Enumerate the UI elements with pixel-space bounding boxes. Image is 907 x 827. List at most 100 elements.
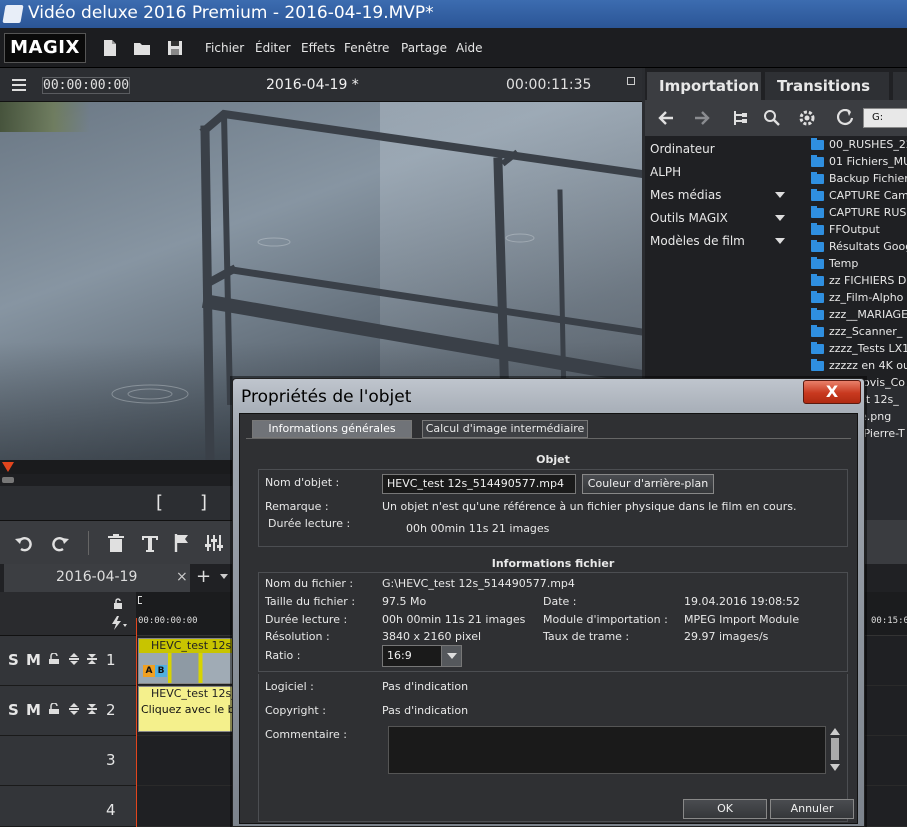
menu-hamburger-icon[interactable] bbox=[12, 79, 26, 91]
tab-2016-04-19[interactable]: 2016-04-19 × bbox=[4, 564, 190, 592]
track-header-3: 3 bbox=[0, 736, 136, 786]
copyright-value: Pas d'indication bbox=[382, 704, 469, 717]
save-icon[interactable] bbox=[167, 39, 183, 57]
folder-icon bbox=[811, 206, 824, 218]
mark-out-button[interactable]: ] bbox=[200, 492, 207, 513]
clip-name: HEVC_test 12s_ bbox=[151, 687, 234, 700]
track-number: 4 bbox=[106, 801, 116, 819]
ok-button[interactable]: OK bbox=[683, 799, 767, 819]
object-name-input[interactable]: HEVC_test 12s_514490577.mp4 bbox=[382, 474, 576, 494]
import-browser: Ordinateur ALPH Mes médias Outils MAGIX … bbox=[645, 136, 907, 386]
add-tab-button[interactable]: + bbox=[196, 566, 211, 587]
marker-flag-icon[interactable] bbox=[172, 533, 192, 553]
undo-icon[interactable] bbox=[14, 533, 34, 553]
background-color-button[interactable]: Couleur d'arrière-plan bbox=[582, 474, 714, 494]
transition-b-badge[interactable]: B bbox=[155, 665, 167, 677]
close-button[interactable]: X bbox=[803, 380, 861, 404]
nav-modeles-de-film[interactable]: Modèles de film bbox=[650, 234, 745, 248]
new-file-icon[interactable] bbox=[102, 39, 118, 57]
redo-icon[interactable] bbox=[50, 533, 70, 553]
nav-ordinateur[interactable]: Ordinateur bbox=[650, 142, 715, 156]
nav-outils-magix[interactable]: Outils MAGIX bbox=[650, 211, 728, 225]
chevron-down-icon[interactable] bbox=[441, 646, 461, 666]
ratio-select[interactable]: 16:9 bbox=[382, 645, 462, 667]
folder-name: Résultats Goog bbox=[829, 240, 907, 253]
expand-track-icon[interactable] bbox=[68, 653, 80, 665]
tab-menu-chevron-icon[interactable] bbox=[220, 574, 228, 579]
scrollbar-thumb[interactable] bbox=[2, 477, 14, 483]
menu-fenetre[interactable]: Fenêtre bbox=[344, 41, 389, 55]
menu-aide[interactable]: Aide bbox=[456, 41, 483, 55]
tab-more[interactable] bbox=[893, 72, 907, 100]
folder-tree-icon[interactable] bbox=[731, 109, 749, 127]
collapse-track-icon[interactable] bbox=[86, 703, 98, 715]
lock-icon[interactable] bbox=[112, 598, 124, 610]
audio-clip[interactable]: HEVC_test 12s_ Cliquez avec le bo bbox=[138, 686, 234, 732]
mute-button[interactable]: M bbox=[26, 701, 41, 719]
comment-textarea[interactable] bbox=[388, 726, 826, 774]
forward-arrow-icon[interactable] bbox=[693, 109, 711, 127]
transition-a-badge[interactable]: A bbox=[143, 665, 155, 677]
timecode-position[interactable]: 00:00:00:00 bbox=[42, 77, 130, 94]
solo-button[interactable]: S bbox=[8, 701, 19, 719]
mute-button[interactable]: M bbox=[26, 651, 41, 669]
chevron-down-icon[interactable] bbox=[775, 215, 785, 221]
filename-label: Nom du fichier : bbox=[265, 577, 354, 590]
maximize-preview-icon[interactable] bbox=[627, 77, 635, 85]
solo-button[interactable]: S bbox=[8, 651, 19, 669]
timeline-playhead[interactable] bbox=[136, 618, 137, 827]
dialog-content: Informations générales Calcul d'image in… bbox=[239, 413, 858, 824]
menu-editer[interactable]: Éditer bbox=[255, 41, 291, 55]
refresh-icon[interactable] bbox=[837, 109, 855, 127]
magix-logo[interactable]: MAGIX bbox=[4, 33, 86, 63]
tab-importation[interactable]: Importation bbox=[647, 72, 761, 100]
folder-name: zzz_Scanner_ bbox=[829, 325, 903, 338]
file-duration-label: Durée lecture : bbox=[265, 613, 348, 626]
scroll-down-icon[interactable] bbox=[830, 764, 840, 771]
tab-transitions[interactable]: Transitions bbox=[765, 72, 889, 100]
close-tab-icon[interactable]: × bbox=[176, 569, 188, 585]
cancel-button[interactable]: Annuler bbox=[770, 799, 854, 819]
import-toolbar: G: bbox=[645, 100, 907, 136]
menu-partage[interactable]: Partage bbox=[401, 41, 447, 55]
chevron-down-icon[interactable] bbox=[775, 238, 785, 244]
ruler-time-end: 00:15:0 bbox=[871, 616, 907, 626]
timeline-tab-label: 2016-04-19 bbox=[56, 569, 138, 585]
nav-mes-medias[interactable]: Mes médias bbox=[650, 188, 721, 202]
drive-select[interactable]: G: bbox=[863, 108, 907, 128]
back-arrow-icon[interactable] bbox=[657, 109, 675, 127]
delete-icon[interactable] bbox=[106, 533, 126, 553]
expand-track-icon[interactable] bbox=[68, 703, 80, 715]
track-header-1: S M 1 bbox=[0, 636, 136, 686]
tab-informations-generales[interactable]: Informations générales bbox=[252, 420, 412, 438]
chevron-down-icon[interactable] bbox=[775, 192, 785, 198]
video-clip[interactable]: HEVC_test 12s A B bbox=[138, 638, 234, 684]
collapse-track-icon[interactable] bbox=[86, 653, 98, 665]
mixer-icon[interactable] bbox=[204, 533, 224, 553]
track-lock-icon[interactable] bbox=[48, 703, 60, 715]
tab-calcul-image[interactable]: Calcul d'image intermédiaire bbox=[422, 420, 588, 438]
mark-in-button[interactable]: [ bbox=[156, 492, 163, 513]
import-module-label: Module d'importation : bbox=[543, 613, 668, 626]
gear-icon[interactable] bbox=[798, 109, 816, 127]
title-text-icon[interactable] bbox=[140, 533, 160, 553]
snap-lightning-icon[interactable] bbox=[110, 616, 128, 630]
folder-name: zzzz_Tests LX1 bbox=[829, 342, 907, 355]
resolution-value: 3840 x 2160 pixel bbox=[382, 630, 482, 643]
filesize-label: Taille du fichier : bbox=[265, 595, 356, 608]
section-objet-heading: Objet bbox=[536, 453, 570, 466]
open-folder-icon[interactable] bbox=[133, 39, 151, 57]
scroll-thumb[interactable] bbox=[831, 738, 839, 760]
menu-effets[interactable]: Effets bbox=[301, 41, 335, 55]
menu-fichier[interactable]: Fichier bbox=[205, 41, 244, 55]
scroll-up-icon[interactable] bbox=[830, 728, 840, 735]
tool-divider bbox=[88, 531, 89, 555]
scrubber-playhead[interactable] bbox=[2, 462, 14, 472]
comment-scrollbar[interactable] bbox=[828, 726, 842, 774]
track-header-controls bbox=[0, 592, 136, 636]
nav-alph[interactable]: ALPH bbox=[650, 165, 681, 179]
folder-name: zzzzz en 4K ou bbox=[829, 359, 907, 372]
folder-icon bbox=[811, 257, 824, 269]
search-icon[interactable] bbox=[763, 109, 781, 127]
track-lock-icon[interactable] bbox=[48, 653, 60, 665]
